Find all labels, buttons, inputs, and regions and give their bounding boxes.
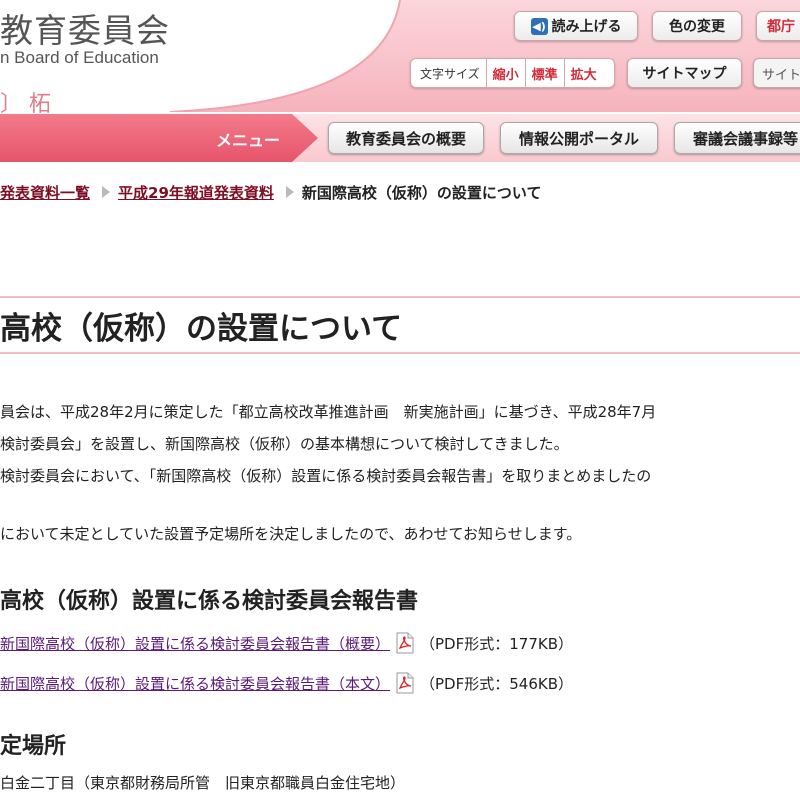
body-paragraph: 検討委員会において、「新国際高校（仮称）設置に係る検討委員会報告書」を取りまとめ… <box>0 467 652 485</box>
body-paragraph: 検討委員会」を設置し、新国際高校（仮称）の基本構想について検討してきました。 <box>0 435 569 453</box>
site-search-label: サイト <box>762 67 800 83</box>
menu-label[interactable]: メニュー <box>216 127 280 151</box>
report-fulltext-link[interactable]: 新国際高校（仮称）設置に係る検討委員会報告書（本文） <box>0 673 390 694</box>
global-nav: メニュー 教育委員会の概要 情報公開ポータル 審議会議事録等 <box>0 114 800 162</box>
breadcrumb-arrow-icon <box>285 186 294 198</box>
sitemap-button[interactable]: サイトマップ <box>627 58 742 88</box>
color-change-button[interactable]: 色の変更 <box>652 11 742 41</box>
report-summary-meta: （PDF形式：177KB） <box>420 634 573 653</box>
breadcrumb-current: 新国際高校（仮称）の設置について <box>301 183 542 202</box>
report-fulltext-meta: （PDF形式：546KB） <box>420 674 573 693</box>
title-divider <box>0 352 800 354</box>
breadcrumb: 発表資料一覧 平成29年報道発表資料 新国際高校（仮称）の設置について <box>0 180 800 204</box>
section-heading-location: 定場所 <box>0 734 67 759</box>
pdf-icon <box>396 672 414 694</box>
org-subtitle: n Board of Education <box>0 48 159 67</box>
read-aloud-button[interactable]: ◀) 読み上げる <box>514 11 638 41</box>
location-text: 白金二丁目（東京都財務局所管 旧東京都職員白金住宅地） <box>0 774 406 792</box>
nav-item-council-minutes[interactable]: 審議会議事録等 <box>674 122 800 154</box>
tokyo-gov-button[interactable]: 都庁 <box>756 11 800 41</box>
nav-item-info-portal[interactable]: 情報公開ポータル <box>500 122 658 154</box>
speaker-icon: ◀) <box>530 17 548 35</box>
body-paragraph: 員会は、平成28年2月に策定した「都立高校改革推進計画 新実施計画」に基づき、平… <box>0 403 657 421</box>
color-change-label: 色の変更 <box>669 19 725 35</box>
font-size-shrink-button[interactable]: 縮小 <box>485 59 525 87</box>
document-item: 新国際高校（仮称）設置に係る検討委員会報告書（本文） （PDF形式：546KB） <box>0 671 573 695</box>
font-size-control: 文字サイズ 縮小 標準 拡大 <box>410 58 615 88</box>
document-item: 新国際高校（仮称）設置に係る検討委員会報告書（概要） （PDF形式：177KB） <box>0 631 573 655</box>
body-paragraph: において未定としていた設置予定場所を決定しましたので、あわせてお知らせします。 <box>0 525 582 543</box>
font-size-standard-button[interactable]: 標準 <box>524 59 564 87</box>
breadcrumb-item-press-list[interactable]: 発表資料一覧 <box>0 182 90 203</box>
breadcrumb-arrow-icon <box>102 186 111 198</box>
tokyo-gov-label: 都庁 <box>767 19 795 35</box>
section-heading-report: 高校（仮称）設置に係る検討委員会報告書 <box>0 589 419 614</box>
read-aloud-label: 読み上げる <box>551 19 622 35</box>
nav-item-overview[interactable]: 教育委員会の概要 <box>328 122 484 154</box>
sitemap-label: サイトマップ <box>642 66 727 82</box>
page-title: 高校（仮称）の設置について <box>0 311 403 347</box>
title-divider <box>0 296 800 298</box>
font-size-label: 文字サイズ <box>420 66 480 81</box>
pdf-icon <box>396 632 414 654</box>
site-search-input[interactable]: サイト <box>753 58 800 88</box>
org-title: 教育委員会 <box>0 11 170 50</box>
report-summary-link[interactable]: 新国際高校（仮称）設置に係る検討委員会報告書（概要） <box>0 633 390 654</box>
breadcrumb-item-h29-press[interactable]: 平成29年報道発表資料 <box>118 182 274 203</box>
font-size-enlarge-button[interactable]: 拡大 <box>563 59 603 87</box>
